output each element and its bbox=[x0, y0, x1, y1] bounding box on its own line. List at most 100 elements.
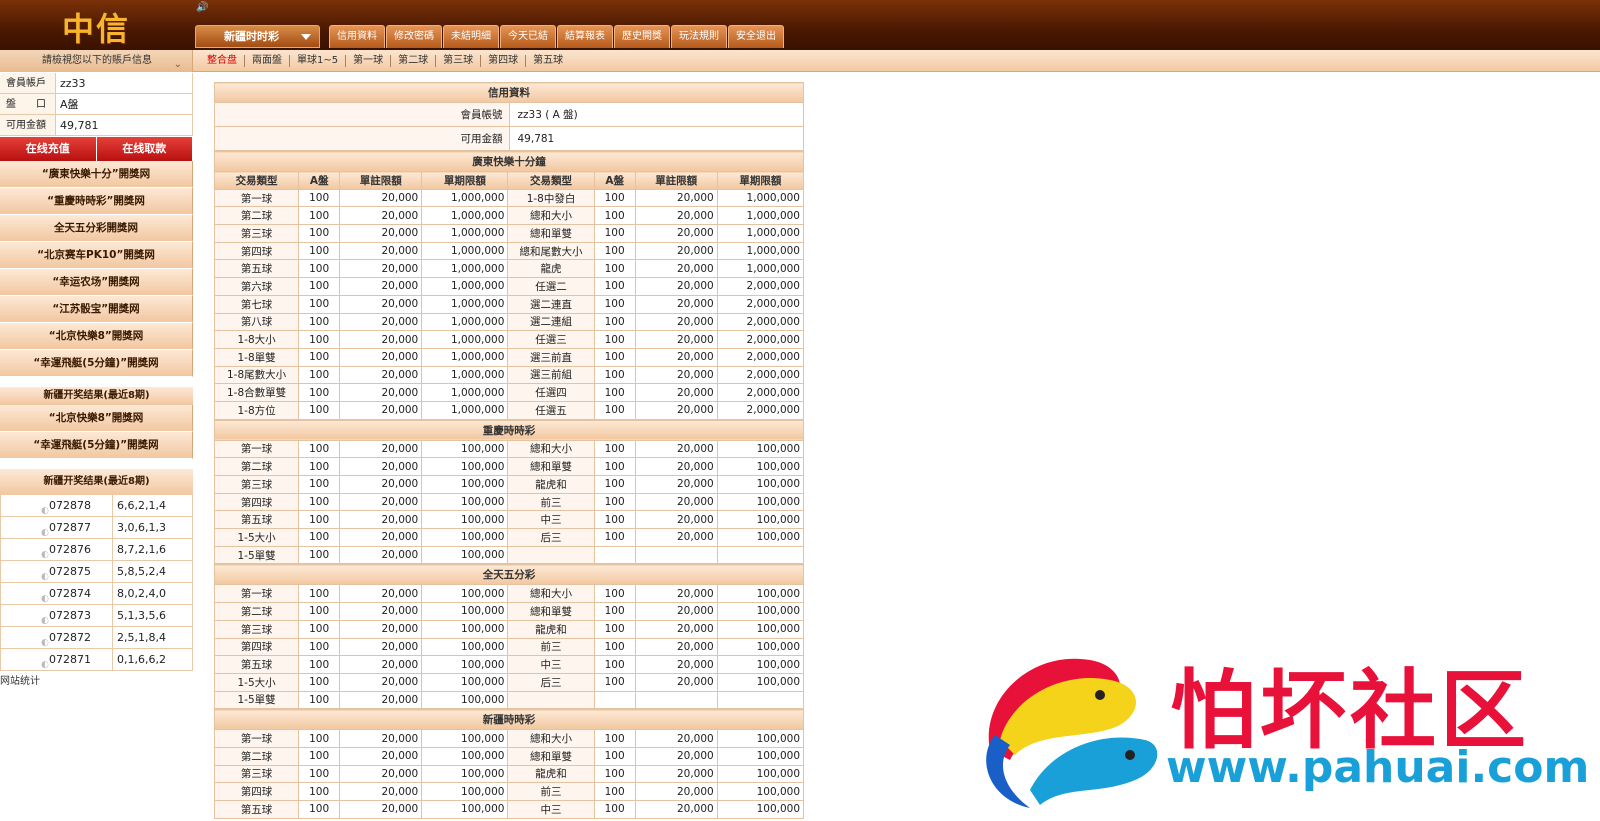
limits-table: 重慶時時彩 第一球 100 20,000 100,000 總和大小 100 20,000 100… bbox=[213, 419, 805, 565]
limit-cell: 100 bbox=[298, 764, 341, 784]
bet-type-cell: 第四球 bbox=[213, 782, 300, 801]
bet-type-cell: 任選四 bbox=[507, 383, 595, 402]
result-numbers: 0,1,6,6,2 bbox=[117, 653, 166, 666]
lottery-result-link[interactable]: “北京赛车PK10”開獎网 bbox=[0, 242, 193, 269]
lottery-result-link[interactable]: “北京快樂8”開獎网 bbox=[0, 323, 193, 350]
limit-cell: 100 bbox=[298, 241, 341, 261]
limit-cell: 1,000,000 bbox=[716, 241, 805, 261]
result-row: ◐ 072873 5,1,3,5,6 bbox=[0, 605, 193, 627]
subnav-tab[interactable]: 第五球 bbox=[526, 55, 570, 67]
limit-cell: 100,000 bbox=[421, 672, 509, 692]
account-info-header[interactable]: 請檢視您以下的賬戶信息 ⌄ bbox=[0, 50, 193, 72]
lottery-result-link[interactable]: “幸运农场”開獎网 bbox=[0, 269, 193, 296]
lottery-result-link[interactable]: “廣東快樂十分”開獎网 bbox=[0, 161, 193, 188]
lottery-result-link[interactable]: “江苏骰宝”開獎网 bbox=[0, 296, 193, 323]
limit-cell: 1,000,000 bbox=[421, 259, 509, 279]
result-numbers: 8,7,2,1,6 bbox=[117, 543, 166, 556]
bet-type-cell: 龍虎 bbox=[507, 259, 595, 279]
deposit-button[interactable]: 在线充值 bbox=[0, 137, 97, 161]
column-header: A盤 bbox=[298, 171, 341, 190]
result-row: ◐ 072871 0,1,6,6,2 bbox=[0, 649, 193, 671]
subnav-tab[interactable]: 第一球 bbox=[346, 55, 392, 67]
nav-button[interactable]: 未結明細 bbox=[443, 25, 499, 48]
limit-cell: 20,000 bbox=[339, 800, 423, 819]
limit-cell: 100 bbox=[593, 637, 636, 657]
balance-value: 49,781 bbox=[508, 126, 804, 151]
limits-table: 新疆時時彩 第一球 100 20,000 100,000 總和大小 100 20,000 100… bbox=[213, 709, 805, 819]
withdraw-button[interactable]: 在线取款 bbox=[96, 137, 193, 161]
account-label: 會員帳戶 bbox=[0, 73, 56, 93]
nav-button[interactable]: 今天已結 bbox=[500, 25, 556, 48]
limit-cell: 100 bbox=[298, 383, 341, 402]
top-header: 中信 🔊 新疆时时彩 信用資料 修改密碼 未結明細 今天已結 結算報表 歷史開獎 玩法規則安… bbox=[0, 0, 1600, 50]
limit-cell: 20,000 bbox=[339, 729, 423, 748]
lottery-result-link[interactable]: “幸運飛艇(5分鐘)”開獎网 bbox=[0, 350, 193, 377]
limit-cell: 20,000 bbox=[634, 383, 718, 402]
lottery-result-link[interactable]: “幸運飛艇(5分鐘)”開獎网 bbox=[0, 432, 193, 459]
limit-cell: 100,000 bbox=[421, 800, 509, 819]
bet-type-cell: 龍虎和 bbox=[507, 764, 595, 784]
main-content: 信用資料 會員帳號 zz33 ( A 盤) 可用金額 49,781 廣東快樂十分鐘 交易類型… bbox=[213, 82, 805, 819]
limit-cell: 100 bbox=[593, 782, 636, 801]
result-row: ◐ 072878 6,6,2,1,4 bbox=[0, 495, 193, 517]
limit-cell: 100 bbox=[298, 655, 341, 674]
site-stats-link[interactable]: 网站统计 bbox=[0, 672, 193, 687]
limit-cell bbox=[593, 545, 636, 565]
limit-cell: 100,000 bbox=[716, 584, 805, 604]
speaker-icon[interactable]: 🔊 bbox=[196, 2, 208, 13]
bet-type-cell: 前三 bbox=[507, 637, 595, 657]
sidebar: 會員帳戶 zz33 盤 口 A盤 可用金額 49,781 在线充值 在线取款 “廣東快樂十分”開… bbox=[0, 73, 193, 687]
lottery-result-link[interactable]: “重慶時時彩”開獎网 bbox=[0, 188, 193, 215]
limit-cell: 2,000,000 bbox=[716, 312, 805, 332]
bet-type-cell: 1-8大小 bbox=[213, 330, 300, 349]
result-issue: ◐ 072876 bbox=[1, 539, 113, 560]
limit-cell: 100 bbox=[593, 312, 636, 332]
limit-cell: 20,000 bbox=[634, 457, 718, 476]
limit-cell: 100 bbox=[593, 729, 636, 748]
result-numbers: 6,6,2,1,4 bbox=[117, 499, 166, 512]
limit-cell: 100,000 bbox=[716, 637, 805, 657]
nav-button[interactable]: 信用資料 bbox=[329, 25, 385, 48]
subnav-tab[interactable]: 第三球 bbox=[436, 55, 482, 67]
lottery-result-link[interactable]: “北京快樂8”開獎网 bbox=[0, 405, 193, 432]
section-title: 全天五分彩 bbox=[214, 564, 804, 586]
limit-cell: 100 bbox=[593, 655, 636, 674]
column-header: 單註限額 bbox=[339, 171, 423, 190]
limit-cell: 20,000 bbox=[339, 312, 423, 332]
subnav-tab[interactable]: 單球1~5 bbox=[290, 55, 347, 67]
nav-button[interactable]: 結算報表 bbox=[557, 25, 613, 48]
limit-cell: 100 bbox=[593, 294, 636, 314]
limit-cell: 100 bbox=[298, 528, 341, 547]
limit-cell bbox=[716, 545, 805, 565]
limit-cell: 1,000,000 bbox=[716, 224, 805, 243]
column-header: 單期限額 bbox=[421, 171, 509, 190]
limit-cell: 100,000 bbox=[421, 690, 509, 710]
nav-button[interactable]: 玩法規則 bbox=[671, 25, 727, 48]
limit-cell: 100,000 bbox=[421, 746, 509, 766]
lottery-result-link[interactable]: 全天五分彩開獎网 bbox=[0, 215, 193, 242]
limit-cell: 20,000 bbox=[339, 690, 423, 710]
column-header: 交易類型 bbox=[213, 171, 300, 190]
limit-cell: 20,000 bbox=[634, 365, 718, 385]
result-row: ◐ 072874 8,0,2,4,0 bbox=[0, 583, 193, 605]
nav-button[interactable]: 歷史開獎 bbox=[614, 25, 670, 48]
subnav-tab[interactable]: 第四球 bbox=[481, 55, 527, 67]
result-issue-number: 072877 bbox=[49, 521, 91, 534]
subnav-tab[interactable]: 整合盘 bbox=[200, 55, 245, 67]
subnav-tab[interactable]: 第二球 bbox=[391, 55, 437, 67]
limit-cell: 100 bbox=[593, 439, 636, 459]
nav-button[interactable]: 修改密碼 bbox=[386, 25, 442, 48]
sub-nav: 整合盘 兩面盤 單球1~5 第一球 第二球 第三球 第四球 第五球 bbox=[200, 50, 570, 67]
limit-cell: 100,000 bbox=[421, 528, 509, 547]
limit-cell: 100,000 bbox=[421, 655, 509, 674]
account-row: 可用金額 49,781 bbox=[0, 115, 193, 136]
game-select-dropdown[interactable]: 新疆时时彩 bbox=[195, 25, 320, 48]
nav-button[interactable]: 安全退出 bbox=[728, 25, 784, 48]
bet-type-cell: 第四球 bbox=[213, 637, 300, 657]
limit-cell: 100 bbox=[593, 800, 636, 819]
bet-type-cell: 總和大小 bbox=[507, 206, 595, 226]
bet-type-cell: 第五球 bbox=[213, 800, 300, 819]
results-section-title: 新疆开奖结果(最近8期) bbox=[0, 469, 193, 495]
limit-cell: 100 bbox=[298, 690, 341, 710]
subnav-tab[interactable]: 兩面盤 bbox=[245, 55, 290, 67]
